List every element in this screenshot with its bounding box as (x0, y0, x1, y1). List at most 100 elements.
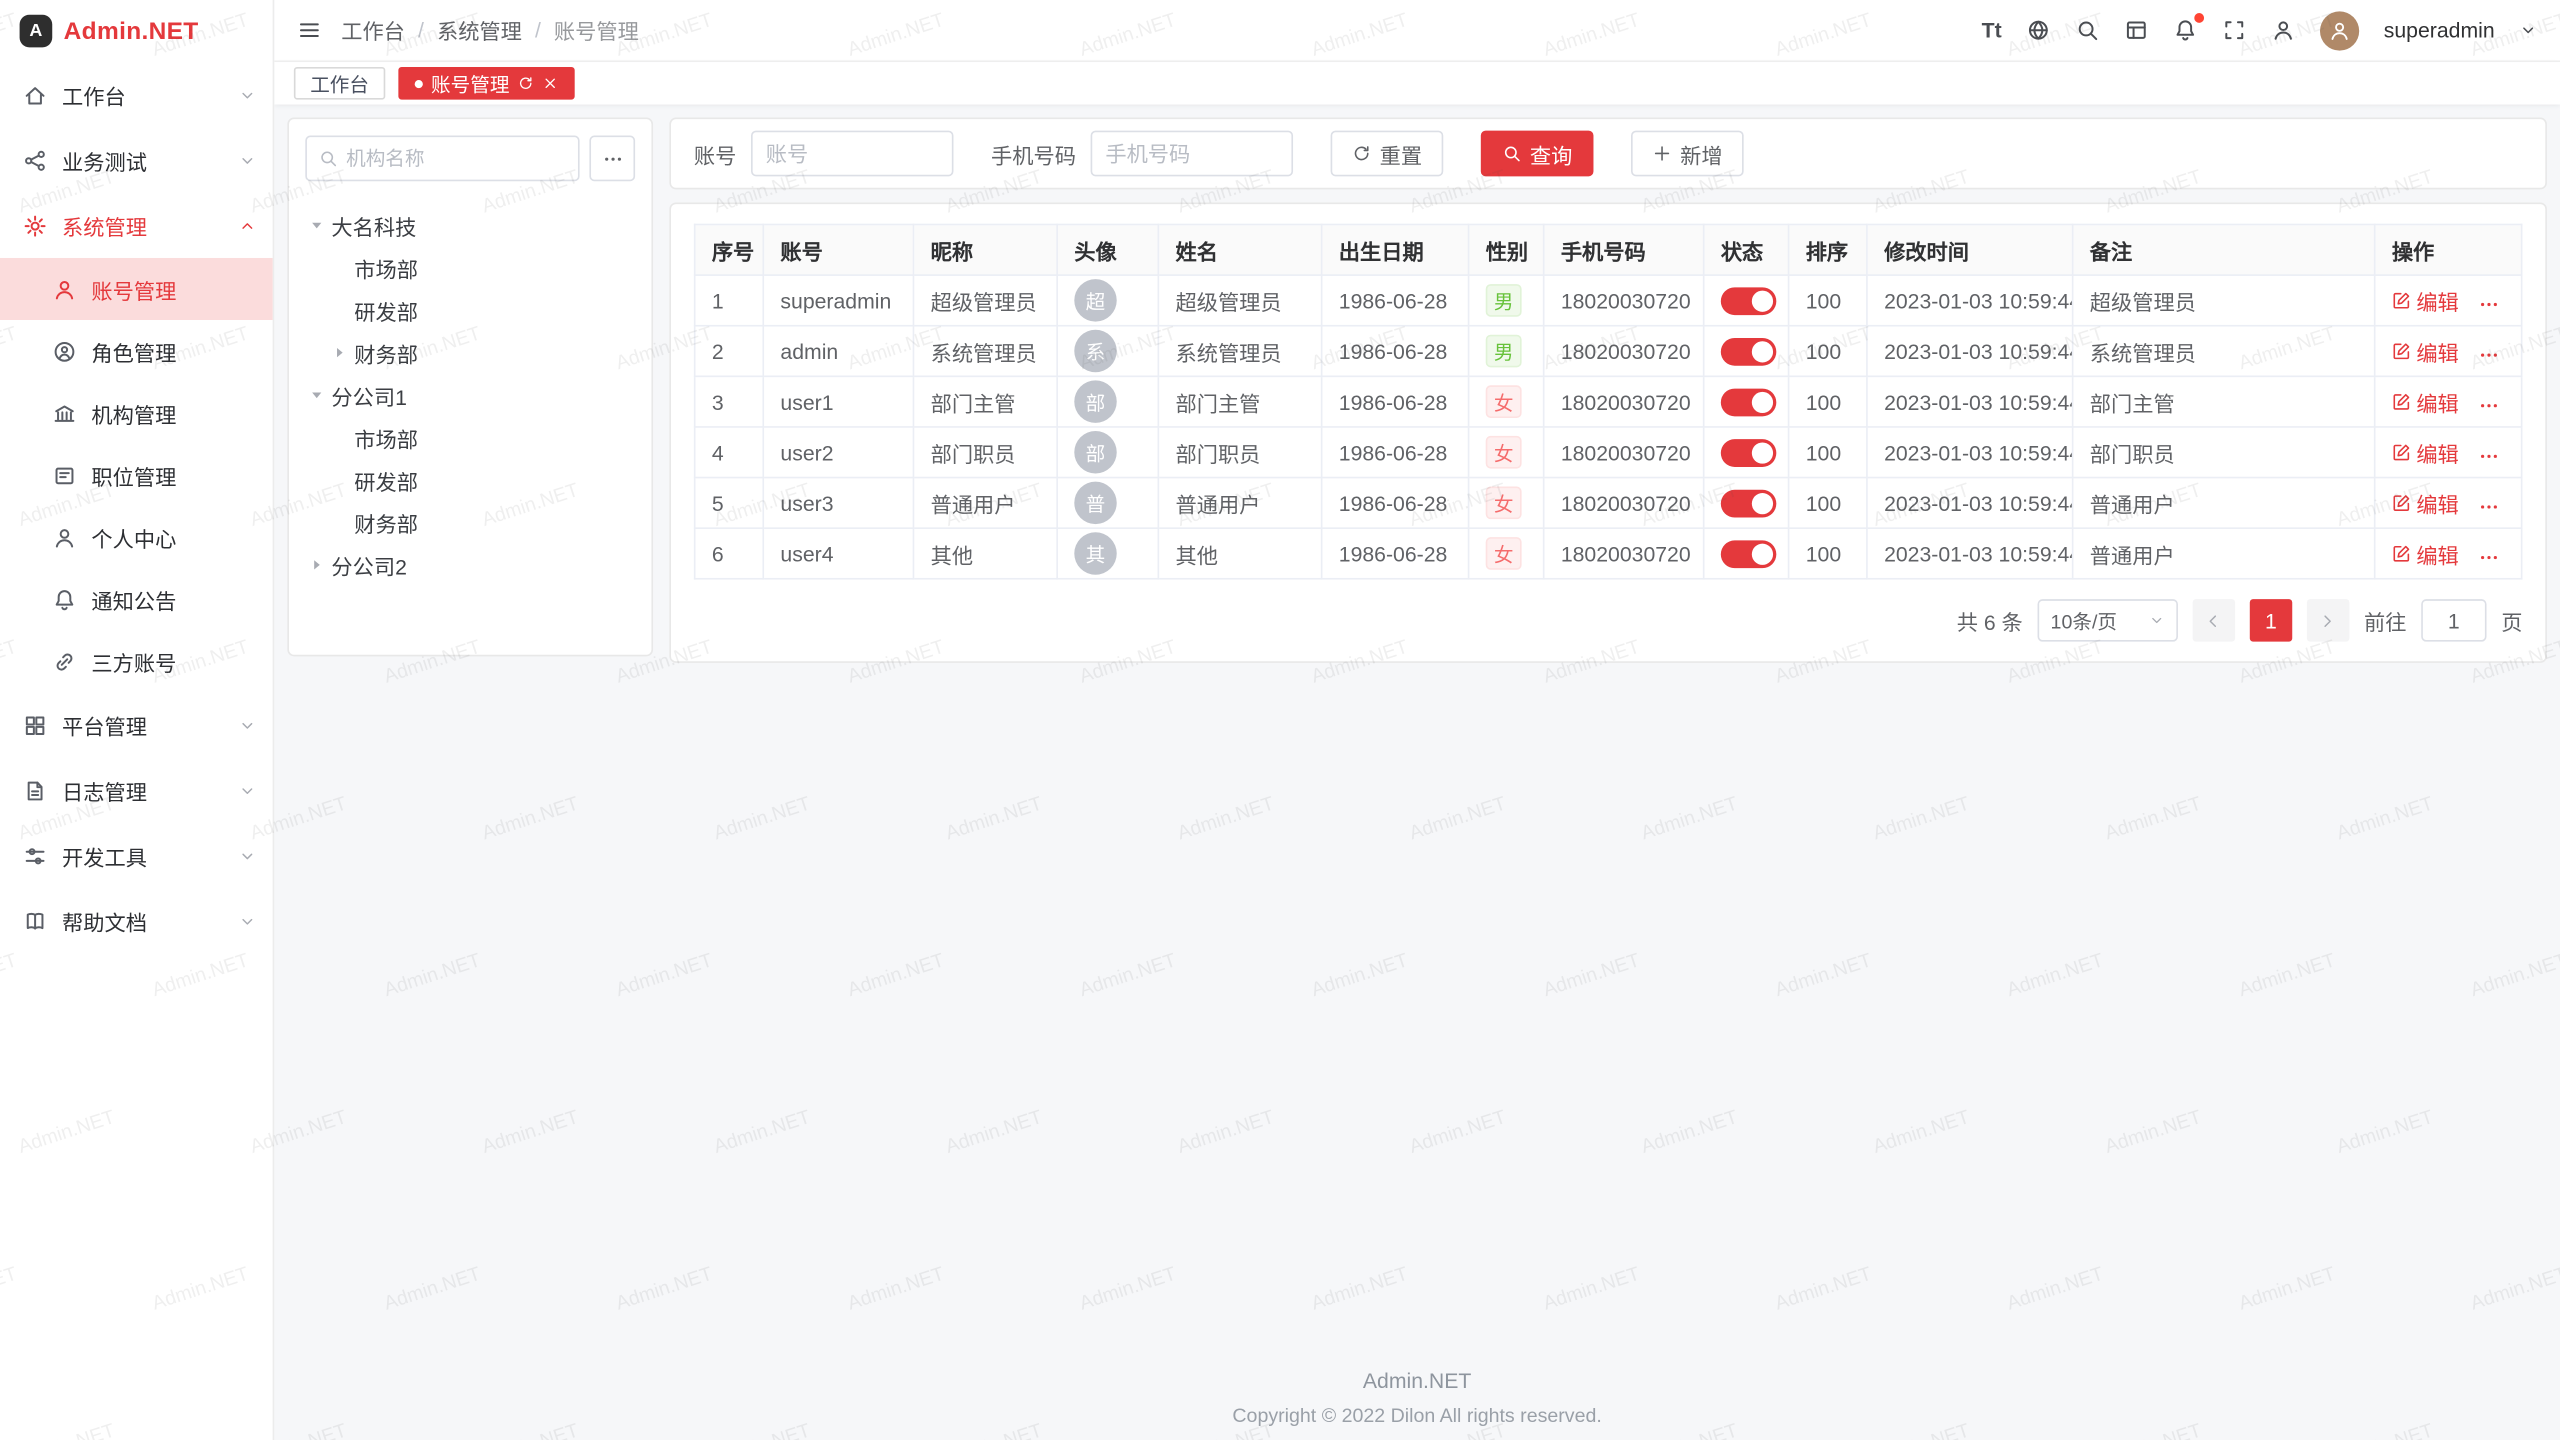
edit-button[interactable]: 编辑 (2392, 538, 2459, 569)
tree-node[interactable]: 财务部 (305, 331, 635, 373)
edit-button[interactable]: 编辑 (2392, 386, 2459, 417)
tree-node[interactable]: 分公司1 (305, 374, 635, 416)
prev-page-button[interactable] (2193, 599, 2235, 641)
edit-button[interactable]: 编辑 (2392, 437, 2459, 468)
edit-button[interactable]: 编辑 (2392, 285, 2459, 316)
cell-actions: 编辑 (2375, 528, 2522, 579)
goto-page-input[interactable] (2421, 599, 2486, 641)
sidebar-item[interactable]: 业务测试 (0, 127, 273, 192)
query-button[interactable]: 查询 (1481, 131, 1594, 177)
tree-node[interactable]: 财务部 (305, 501, 635, 543)
status-toggle[interactable] (1721, 489, 1777, 517)
edit-label: 编辑 (2416, 386, 2458, 417)
row-more-button[interactable] (2478, 496, 2499, 517)
row-more-button[interactable] (2478, 547, 2499, 568)
cell-order: 100 (1789, 326, 1867, 377)
org-more-button[interactable] (589, 136, 635, 182)
sidebar-subitem[interactable]: 通知公告 (0, 568, 273, 630)
sidebar-item[interactable]: 系统管理 (0, 193, 273, 258)
sidebar-item[interactable]: 工作台 (0, 62, 273, 127)
tab-active[interactable]: 账号管理 (398, 67, 574, 100)
sidebar-subitem[interactable]: 机构管理 (0, 382, 273, 444)
avatar[interactable] (2320, 11, 2359, 50)
sidebar-item-label: 系统管理 (62, 210, 224, 241)
status-toggle[interactable] (1721, 438, 1777, 466)
cell-nickname: 超级管理员 (913, 275, 1057, 326)
cell-actions: 编辑 (2375, 478, 2522, 529)
chevron-down-icon (238, 716, 256, 734)
row-more-button[interactable] (2478, 294, 2499, 315)
tree-node[interactable]: 大名科技 (305, 204, 635, 246)
reset-button[interactable]: 重置 (1331, 131, 1444, 177)
cell-status (1704, 528, 1789, 579)
tree-node[interactable]: 研发部 (305, 289, 635, 331)
tree-node[interactable]: 市场部 (305, 416, 635, 458)
tab-label: 账号管理 (431, 69, 509, 97)
sidebar-subitem[interactable]: 角色管理 (0, 320, 273, 382)
edit-button[interactable]: 编辑 (2392, 336, 2459, 367)
tab-bar: 工作台 账号管理 (274, 62, 2560, 104)
table-row: 6user4其他其其他1986-06-28女180200307201002023… (695, 528, 2522, 579)
main-area: 工作台/系统管理/账号管理 Tt superadmin 工作台账号管理 (274, 0, 2560, 1440)
column-header: 性别 (1469, 224, 1544, 275)
font-size-icon[interactable]: Tt (1982, 18, 2002, 42)
theme-icon[interactable] (2124, 18, 2148, 42)
edit-icon (2392, 493, 2412, 513)
sidebar-subitem[interactable]: 三方账号 (0, 630, 273, 692)
chevron-down-icon[interactable] (2519, 21, 2537, 39)
org-search-input[interactable] (346, 147, 566, 170)
caret-right-icon (305, 557, 328, 573)
globe-icon[interactable] (2026, 18, 2050, 42)
refresh-icon (1352, 144, 1372, 164)
username[interactable]: superadmin (2384, 18, 2495, 42)
fullscreen-icon[interactable] (2222, 18, 2246, 42)
sidebar-item[interactable]: 平台管理 (0, 692, 273, 757)
row-more-button[interactable] (2478, 345, 2499, 366)
notification-icon[interactable] (2173, 18, 2197, 42)
cell-status (1704, 478, 1789, 529)
current-page-button[interactable]: 1 (2250, 599, 2292, 641)
caret-down-icon (305, 387, 328, 403)
status-toggle[interactable] (1721, 388, 1777, 416)
sidebar-item[interactable]: 帮助文档 (0, 888, 273, 953)
add-button[interactable]: 新增 (1631, 131, 1744, 177)
edit-label: 编辑 (2416, 437, 2458, 468)
cell-remark: 部门主管 (2073, 376, 2375, 427)
tab-item[interactable]: 工作台 (294, 67, 385, 100)
sidebar-item-label: 开发工具 (62, 840, 224, 871)
sidebar-item[interactable]: 日志管理 (0, 758, 273, 823)
tree-node[interactable]: 分公司2 (305, 544, 635, 586)
page-size-select[interactable]: 10条/页 (2037, 599, 2177, 641)
next-page-button[interactable] (2307, 599, 2349, 641)
tree-node-label: 财务部 (354, 337, 418, 368)
tree-node[interactable]: 市场部 (305, 247, 635, 289)
edit-button[interactable]: 编辑 (2392, 487, 2459, 518)
sidebar-subitem[interactable]: 账号管理 (0, 258, 273, 320)
cell-remark: 部门职员 (2073, 427, 2375, 478)
phone-input[interactable] (1091, 131, 1293, 177)
status-toggle[interactable] (1721, 540, 1777, 568)
tree-node-label: 研发部 (354, 295, 418, 326)
account-input[interactable] (751, 131, 953, 177)
search-icon[interactable] (2075, 18, 2099, 42)
tree-node[interactable]: 研发部 (305, 459, 635, 501)
account-label: 账号 (694, 138, 736, 169)
user-icon[interactable] (2271, 18, 2295, 42)
breadcrumb-item[interactable]: 账号管理 (554, 15, 639, 46)
cell-phone: 18020030720 (1544, 275, 1704, 326)
sidebar-subitem[interactable]: 个人中心 (0, 506, 273, 568)
row-more-button[interactable] (2478, 395, 2499, 416)
sidebar-item[interactable]: 开发工具 (0, 823, 273, 888)
chevron-right-icon (2319, 611, 2337, 629)
sidebar-subitem[interactable]: 职位管理 (0, 444, 273, 506)
status-toggle[interactable] (1721, 337, 1777, 365)
status-toggle[interactable] (1721, 287, 1777, 315)
breadcrumb-item[interactable]: 系统管理 (437, 15, 522, 46)
gender-badge: 男 (1486, 284, 1522, 317)
row-more-button[interactable] (2478, 446, 2499, 467)
sidebar-item-label: 平台管理 (62, 709, 224, 740)
breadcrumb-item[interactable]: 工作台 (341, 15, 405, 46)
sidebar-item-label: 日志管理 (62, 775, 224, 806)
hamburger-icon[interactable] (297, 18, 321, 42)
cell-status (1704, 427, 1789, 478)
